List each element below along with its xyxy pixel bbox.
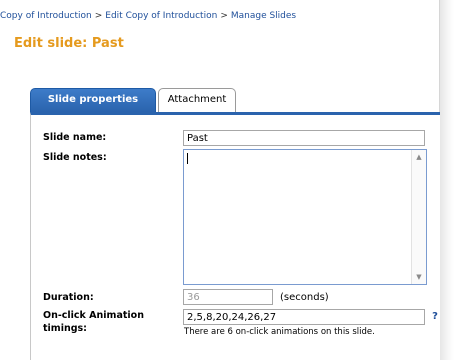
page-title: Edit slide: Past — [14, 36, 124, 51]
breadcrumb-separator: > — [220, 11, 228, 21]
page-container: Copy of Introduction > Edit Copy of Introd… — [0, 0, 440, 360]
breadcrumb: Copy of Introduction > Edit Copy of Introd… — [0, 11, 296, 25]
notes-scrollbar[interactable]: ▲ ▼ — [411, 150, 426, 284]
tab-attachment[interactable]: Attachment — [158, 88, 236, 112]
breadcrumb-item-edit-copy[interactable]: Edit Copy of Introduction — [105, 11, 217, 21]
duration-unit: (seconds) — [280, 292, 329, 303]
slide-name-input[interactable]: Past — [183, 130, 425, 146]
tab-slide-properties[interactable]: Slide properties — [30, 88, 156, 112]
slide-name-label: Slide name: — [43, 132, 107, 143]
slide-notes-textarea[interactable]: ▲ ▼ — [183, 149, 427, 285]
scroll-up-arrow-icon[interactable]: ▲ — [412, 150, 426, 164]
scroll-down-arrow-icon[interactable]: ▼ — [412, 270, 426, 284]
animation-timings-input[interactable]: 2,5,8,20,24,26,27 — [183, 309, 425, 325]
window-edge-shadow — [440, 0, 454, 360]
slide-notes-label: Slide notes: — [43, 152, 107, 163]
animation-count-note: There are 6 on-click animations on this … — [184, 327, 375, 337]
breadcrumb-item-copy-of-introduction[interactable]: Copy of Introduction — [0, 11, 92, 21]
slide-properties-panel: Slide name: Past Slide notes: ▲ ▼ Durati… — [30, 112, 440, 360]
duration-input: 36 — [183, 289, 273, 305]
animation-timings-label-line2: timings: — [43, 323, 87, 334]
animation-timings-label-line1: On-click Animation — [43, 310, 144, 321]
duration-label: Duration: — [43, 292, 94, 303]
breadcrumb-item-manage-slides[interactable]: Manage Slides — [231, 11, 296, 21]
breadcrumb-separator: > — [94, 11, 103, 21]
text-caret — [187, 153, 188, 164]
